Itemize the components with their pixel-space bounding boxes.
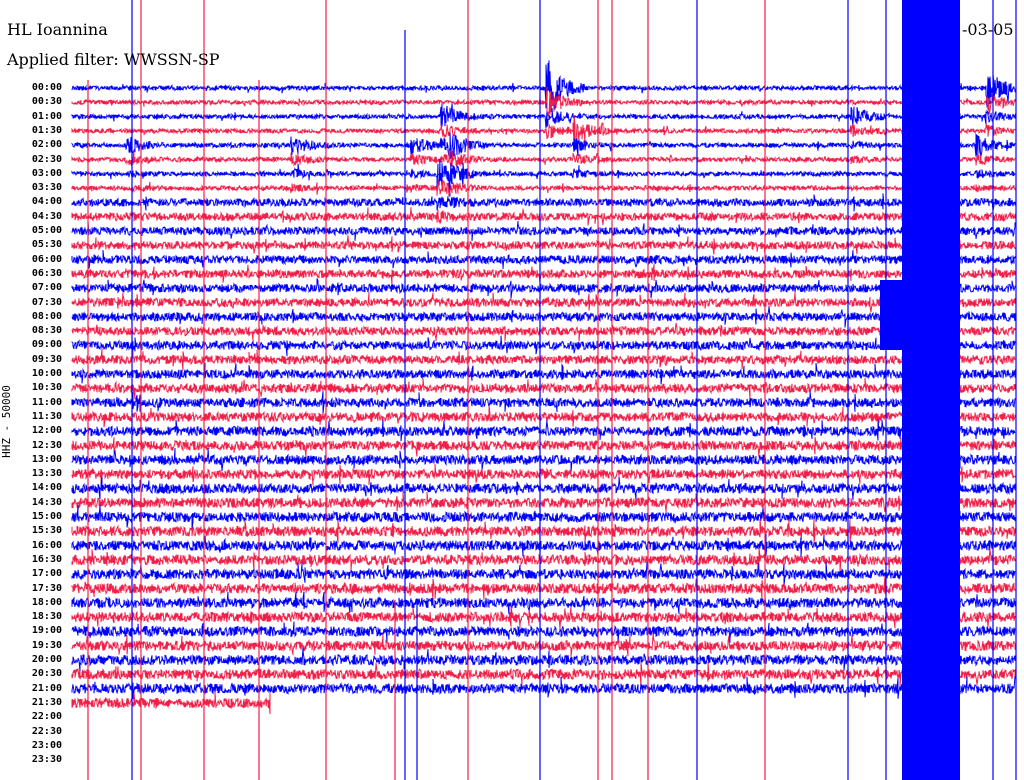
trace-10:30 — [71, 377, 1016, 400]
row-label: 17:30 — [31, 582, 62, 594]
trace-00:30 — [71, 86, 1016, 117]
row-label: 15:30 — [31, 525, 62, 537]
station-title: HL Ioannina — [7, 20, 108, 39]
row-label: 19:30 — [31, 639, 62, 651]
row-label: 17:00 — [31, 568, 62, 580]
row-label: 11:00 — [31, 396, 62, 408]
trace-07:00 — [71, 278, 1016, 299]
row-label: 03:00 — [31, 167, 62, 179]
trace-18:30 — [71, 606, 1016, 630]
row-label: 13:30 — [31, 468, 62, 480]
trace-08:30 — [71, 322, 1016, 342]
trace-04:00 — [71, 193, 1016, 212]
trace-12:00 — [71, 419, 1016, 442]
trace-20:00 — [71, 647, 1016, 672]
row-label: 00:30 — [31, 96, 62, 108]
date-label: -03-05 — [962, 20, 1014, 39]
row-label: 14:00 — [31, 482, 62, 494]
row-label: 07:30 — [31, 296, 62, 308]
row-label: 10:00 — [31, 368, 62, 379]
trace-03:30 — [71, 179, 1016, 197]
trace-08:00 — [71, 306, 1016, 328]
row-label: 22:30 — [31, 725, 62, 737]
row-label: 14:30 — [31, 496, 62, 508]
row-label: 07:00 — [31, 282, 62, 294]
row-label: 20:30 — [31, 668, 62, 680]
row-label: 15:00 — [31, 511, 62, 522]
trace-16:30 — [71, 547, 1016, 572]
row-label: 11:30 — [31, 410, 62, 422]
trace-19:00 — [71, 621, 1016, 644]
row-label: 04:30 — [31, 210, 62, 222]
row-label: 23:00 — [31, 739, 62, 751]
trace-11:00 — [71, 391, 1016, 414]
row-label: 01:30 — [31, 124, 62, 136]
saturated-event-block — [880, 280, 902, 350]
row-label: 01:00 — [31, 110, 62, 122]
trace-21:30 — [71, 692, 271, 715]
row-label: 04:00 — [31, 196, 62, 208]
trace-02:30 — [71, 150, 1016, 169]
row-label: 09:30 — [31, 353, 62, 365]
row-label: 00:00 — [31, 82, 62, 93]
row-label: 20:00 — [31, 654, 62, 665]
trace-19:30 — [71, 633, 1016, 657]
trace-17:00 — [71, 561, 1016, 587]
helicorder-plot — [71, 0, 1017, 780]
trace-21:00 — [71, 676, 1016, 700]
row-label: 05:00 — [31, 225, 62, 236]
row-label: 16:30 — [31, 553, 62, 565]
trace-09:30 — [71, 348, 1016, 371]
y-axis-label: HHZ - 50000 — [0, 385, 13, 458]
row-label: 13:00 — [31, 453, 62, 465]
trace-17:30 — [71, 576, 1016, 601]
row-label: 21:30 — [31, 696, 62, 708]
trace-01:00 — [71, 103, 1016, 129]
trace-15:00 — [71, 504, 1016, 530]
row-label: 08:00 — [31, 310, 62, 322]
trace-18:00 — [71, 591, 1016, 615]
trace-11:30 — [71, 405, 1016, 428]
row-label: 12:30 — [31, 439, 62, 451]
trace-10:00 — [71, 362, 1016, 385]
row-label: 06:00 — [31, 253, 62, 265]
trace-05:00 — [71, 220, 1016, 241]
filter-subtitle: Applied filter: WWSSN-SP — [7, 50, 220, 69]
trace-01:30 — [71, 115, 1016, 145]
trace-16:00 — [71, 533, 1016, 557]
trace-12:30 — [71, 434, 1016, 458]
row-label: 23:30 — [31, 754, 62, 766]
row-label: 02:30 — [31, 153, 62, 165]
trace-14:00 — [71, 476, 1016, 501]
row-label: 18:00 — [31, 596, 62, 608]
row-label: 08:30 — [31, 325, 62, 337]
row-label: 03:30 — [31, 182, 62, 194]
row-label: 16:00 — [31, 539, 62, 551]
trace-06:00 — [71, 249, 1016, 269]
row-label: 21:00 — [31, 682, 62, 694]
trace-14:30 — [71, 491, 1016, 513]
row-label: 10:30 — [31, 382, 62, 394]
row-label: 22:00 — [31, 711, 62, 723]
trace-13:00 — [71, 447, 1016, 472]
saturated-event-block — [902, 0, 960, 780]
row-label: 09:00 — [31, 339, 62, 351]
trace-15:30 — [71, 518, 1016, 544]
trace-09:00 — [71, 335, 1016, 357]
row-label: 06:30 — [31, 267, 62, 279]
trace-04:30 — [71, 207, 1016, 226]
row-label: 02:00 — [31, 139, 62, 151]
trace-07:30 — [71, 291, 1016, 313]
trace-06:30 — [71, 264, 1016, 285]
row-label: 18:30 — [31, 611, 62, 623]
row-label: 19:00 — [31, 625, 62, 637]
row-label: 05:30 — [31, 239, 62, 251]
trace-13:30 — [71, 464, 1016, 486]
trace-05:30 — [71, 235, 1016, 255]
row-label: 12:00 — [31, 425, 62, 437]
